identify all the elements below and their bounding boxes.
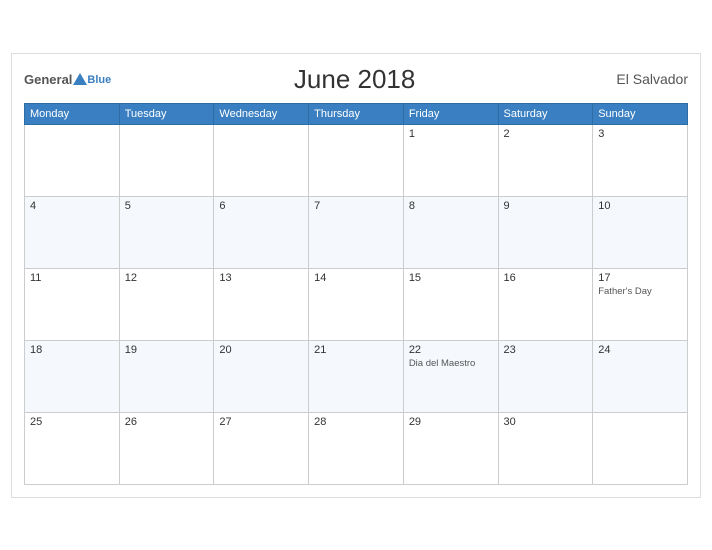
day-cell: 11 bbox=[25, 268, 120, 340]
calendar-table: Monday Tuesday Wednesday Thursday Friday… bbox=[24, 103, 688, 485]
day-number: 9 bbox=[504, 200, 588, 212]
day-cell: 20 bbox=[214, 340, 309, 412]
day-number: 1 bbox=[409, 128, 493, 140]
day-cell: 16 bbox=[498, 268, 593, 340]
day-cell: 3 bbox=[593, 124, 688, 196]
day-cell: 21 bbox=[309, 340, 404, 412]
week-row-1: 123 bbox=[25, 124, 688, 196]
day-cell: 27 bbox=[214, 412, 309, 484]
calendar-header: General Blue June 2018 El Salvador bbox=[24, 64, 688, 95]
day-number: 6 bbox=[219, 200, 303, 212]
day-cell bbox=[214, 124, 309, 196]
day-cell: 19 bbox=[119, 340, 214, 412]
day-cell: 8 bbox=[403, 196, 498, 268]
day-number: 12 bbox=[125, 272, 209, 284]
day-cell: 24 bbox=[593, 340, 688, 412]
logo: General Blue bbox=[24, 73, 111, 86]
day-cell: 22 Dia del Maestro bbox=[403, 340, 498, 412]
day-number: 24 bbox=[598, 344, 682, 356]
day-number: 23 bbox=[504, 344, 588, 356]
day-cell: 10 bbox=[593, 196, 688, 268]
week-row-3: 11 12 13 14 15 16 17 Father's Day bbox=[25, 268, 688, 340]
day-number: 2 bbox=[504, 128, 588, 140]
day-cell: 12 bbox=[119, 268, 214, 340]
day-number: 4 bbox=[30, 200, 114, 212]
day-cell: 25 bbox=[25, 412, 120, 484]
day-number: 29 bbox=[409, 416, 493, 428]
day-number: 21 bbox=[314, 344, 398, 356]
logo-blue-text: Blue bbox=[87, 75, 111, 86]
day-number: 27 bbox=[219, 416, 303, 428]
header-thursday: Thursday bbox=[309, 103, 404, 124]
header-sunday: Sunday bbox=[593, 103, 688, 124]
day-cell: 13 bbox=[214, 268, 309, 340]
day-cell bbox=[25, 124, 120, 196]
day-number: 26 bbox=[125, 416, 209, 428]
day-cell: 18 bbox=[25, 340, 120, 412]
day-number: 10 bbox=[598, 200, 682, 212]
header-tuesday: Tuesday bbox=[119, 103, 214, 124]
day-cell: 23 bbox=[498, 340, 593, 412]
day-number: 30 bbox=[504, 416, 588, 428]
logo-triangle-icon bbox=[73, 73, 87, 85]
day-number: 15 bbox=[409, 272, 493, 284]
day-cell: 2 bbox=[498, 124, 593, 196]
day-cell: 30 bbox=[498, 412, 593, 484]
event-label: Father's Day bbox=[598, 286, 682, 297]
country-label: El Salvador bbox=[598, 71, 688, 87]
header-monday: Monday bbox=[25, 103, 120, 124]
week-row-4: 18 19 20 21 22 Dia del Maestro 23 24 bbox=[25, 340, 688, 412]
day-number: 20 bbox=[219, 344, 303, 356]
day-cell: 28 bbox=[309, 412, 404, 484]
day-number: 3 bbox=[598, 128, 682, 140]
header-wednesday: Wednesday bbox=[214, 103, 309, 124]
day-cell: 5 bbox=[119, 196, 214, 268]
day-number: 16 bbox=[504, 272, 588, 284]
calendar-title: June 2018 bbox=[111, 64, 598, 95]
day-cell bbox=[119, 124, 214, 196]
day-cell: 29 bbox=[403, 412, 498, 484]
day-number: 18 bbox=[30, 344, 114, 356]
event-label: Dia del Maestro bbox=[409, 358, 493, 369]
day-number: 11 bbox=[30, 272, 114, 284]
day-number: 8 bbox=[409, 200, 493, 212]
day-number: 25 bbox=[30, 416, 114, 428]
day-cell: 1 bbox=[403, 124, 498, 196]
day-number: 14 bbox=[314, 272, 398, 284]
day-cell bbox=[593, 412, 688, 484]
day-cell: 26 bbox=[119, 412, 214, 484]
weekday-header-row: Monday Tuesday Wednesday Thursday Friday… bbox=[25, 103, 688, 124]
day-number: 17 bbox=[598, 272, 682, 284]
day-cell: 15 bbox=[403, 268, 498, 340]
day-cell: 17 Father's Day bbox=[593, 268, 688, 340]
day-number: 19 bbox=[125, 344, 209, 356]
day-cell: 6 bbox=[214, 196, 309, 268]
header-friday: Friday bbox=[403, 103, 498, 124]
header-saturday: Saturday bbox=[498, 103, 593, 124]
day-cell bbox=[309, 124, 404, 196]
day-number: 7 bbox=[314, 200, 398, 212]
day-number: 28 bbox=[314, 416, 398, 428]
day-cell: 7 bbox=[309, 196, 404, 268]
day-cell: 9 bbox=[498, 196, 593, 268]
week-row-2: 456789 10 bbox=[25, 196, 688, 268]
day-number: 22 bbox=[409, 344, 493, 356]
week-row-5: 25 26 27 28 29 30 bbox=[25, 412, 688, 484]
day-cell: 4 bbox=[25, 196, 120, 268]
day-number: 5 bbox=[125, 200, 209, 212]
logo-general-text: General bbox=[24, 73, 72, 86]
day-cell: 14 bbox=[309, 268, 404, 340]
calendar-container: General Blue June 2018 El Salvador Monda… bbox=[11, 53, 701, 498]
day-number: 13 bbox=[219, 272, 303, 284]
